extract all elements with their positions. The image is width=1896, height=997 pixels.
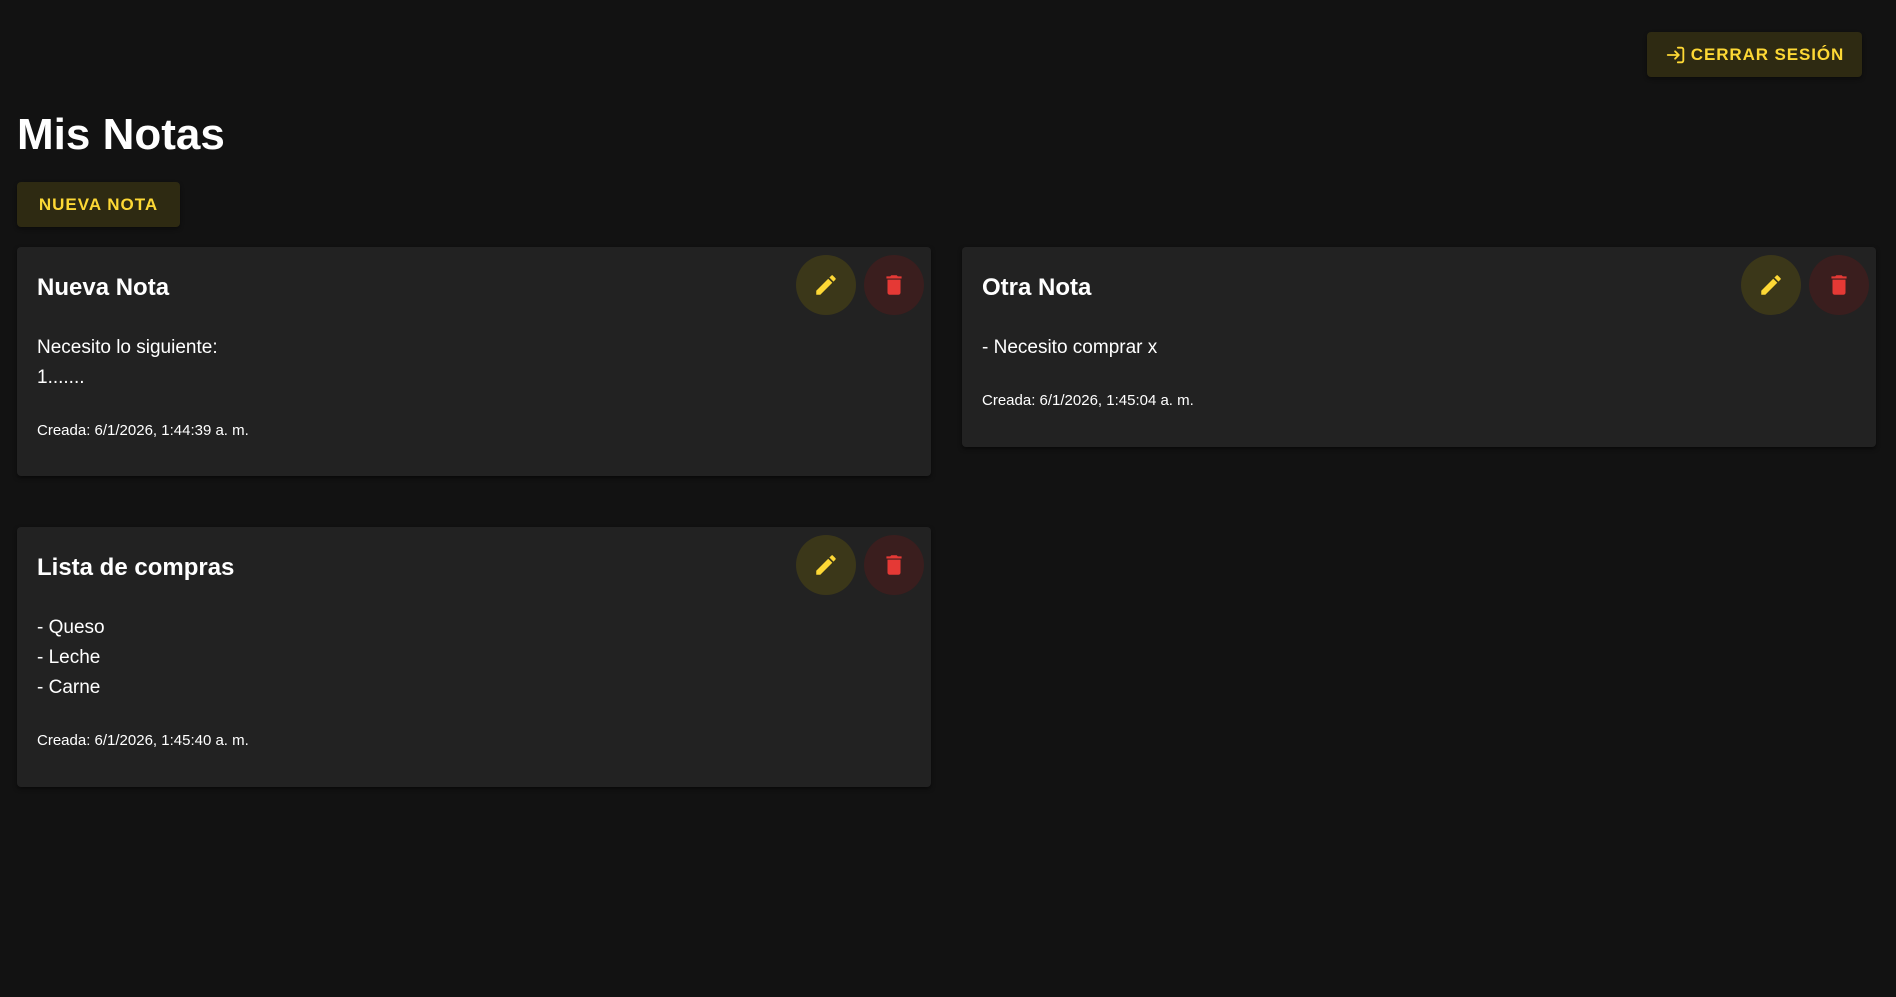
note-card: Nueva Nota Necesito lo siguiente: 1.....… [17, 247, 931, 476]
note-created-date: Creada: 6/1/2026, 1:44:39 a. m. [37, 422, 249, 439]
new-note-button[interactable]: NUEVA NOTA [17, 182, 180, 227]
note-title: Lista de compras [37, 554, 235, 581]
note-body-line: - Carne [37, 677, 101, 698]
trash-icon [1831, 275, 1847, 295]
logout-button[interactable]: CERRAR SESIÓN [1647, 32, 1862, 77]
note-title: Nueva Nota [37, 274, 170, 301]
delete-note-button[interactable] [1809, 255, 1869, 315]
note-actions [1741, 255, 1869, 315]
note-body-line: - Queso [37, 617, 105, 638]
note-body: - Queso - Leche - Carne [37, 613, 911, 703]
note-created-date: Creada: 6/1/2026, 1:45:40 a. m. [37, 732, 249, 749]
note-card: Otra Nota - Necesito comprar x Creada: 6… [962, 247, 1876, 447]
delete-note-button[interactable] [864, 255, 924, 315]
pencil-icon [1761, 275, 1781, 295]
note-body-line: - Leche [37, 647, 101, 668]
delete-note-button[interactable] [864, 535, 924, 595]
note-body-line: Necesito lo siguiente: [37, 337, 218, 358]
note-body: Necesito lo siguiente: 1....... [37, 333, 911, 393]
logout-label: CERRAR SESIÓN [1690, 44, 1845, 64]
trash-icon [886, 555, 902, 575]
page-title: Mis Notas [17, 110, 225, 159]
note-actions [796, 535, 924, 595]
trash-icon [886, 275, 902, 295]
note-body-line: - Necesito comprar x [982, 337, 1158, 358]
edit-note-button[interactable] [796, 255, 856, 315]
note-card: Lista de compras - Queso - Leche - Carne… [17, 527, 931, 787]
logout-icon [1666, 46, 1685, 63]
pencil-icon [816, 555, 836, 575]
notes-page: CERRAR SESIÓN Mis Notas NUEVA NOTA Nueva… [0, 0, 1896, 997]
note-title: Otra Nota [982, 274, 1092, 301]
pencil-icon [816, 275, 836, 295]
note-body-line: 1....... [37, 367, 85, 388]
note-created-date: Creada: 6/1/2026, 1:45:04 a. m. [982, 392, 1194, 409]
note-body: - Necesito comprar x [982, 333, 1856, 363]
edit-note-button[interactable] [796, 535, 856, 595]
note-actions [796, 255, 924, 315]
edit-note-button[interactable] [1741, 255, 1801, 315]
